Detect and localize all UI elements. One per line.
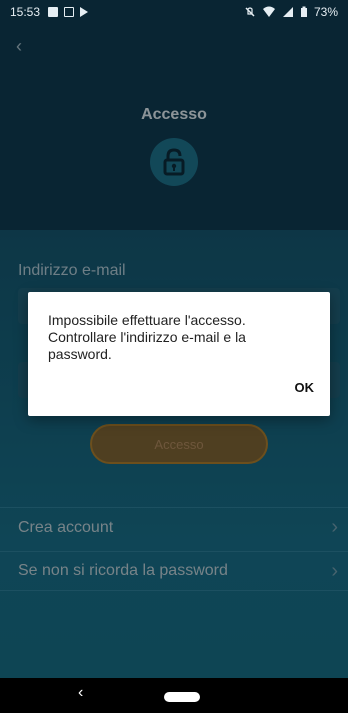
ok-button[interactable]: OK [295,380,315,395]
play-notification-icon [80,7,89,17]
battery-icon [300,6,307,17]
status-icons-left [48,7,89,17]
mute-icon [245,7,255,17]
navigation-bar: ‹ [0,678,348,713]
image-notification-icon [48,7,59,17]
save-notification-icon [64,7,75,17]
dialog-message: Impossibile effettuare l'accesso. Contro… [48,312,246,362]
nav-home-button[interactable] [164,692,200,702]
status-time: 15:53 [10,5,41,19]
status-icons-right: 73% [244,5,338,19]
app-screen: 15:53 73% ‹ Accesso Indirizzo e-mail Acc… [0,0,348,713]
battery-percent: 73% [313,5,338,19]
wifi-icon [262,6,275,17]
error-dialog: Impossibile effettuare l'accesso. Contro… [28,292,330,416]
nav-back-button[interactable]: ‹ [78,684,83,702]
status-bar: 15:53 73% [0,0,348,24]
signal-icon [282,7,293,17]
